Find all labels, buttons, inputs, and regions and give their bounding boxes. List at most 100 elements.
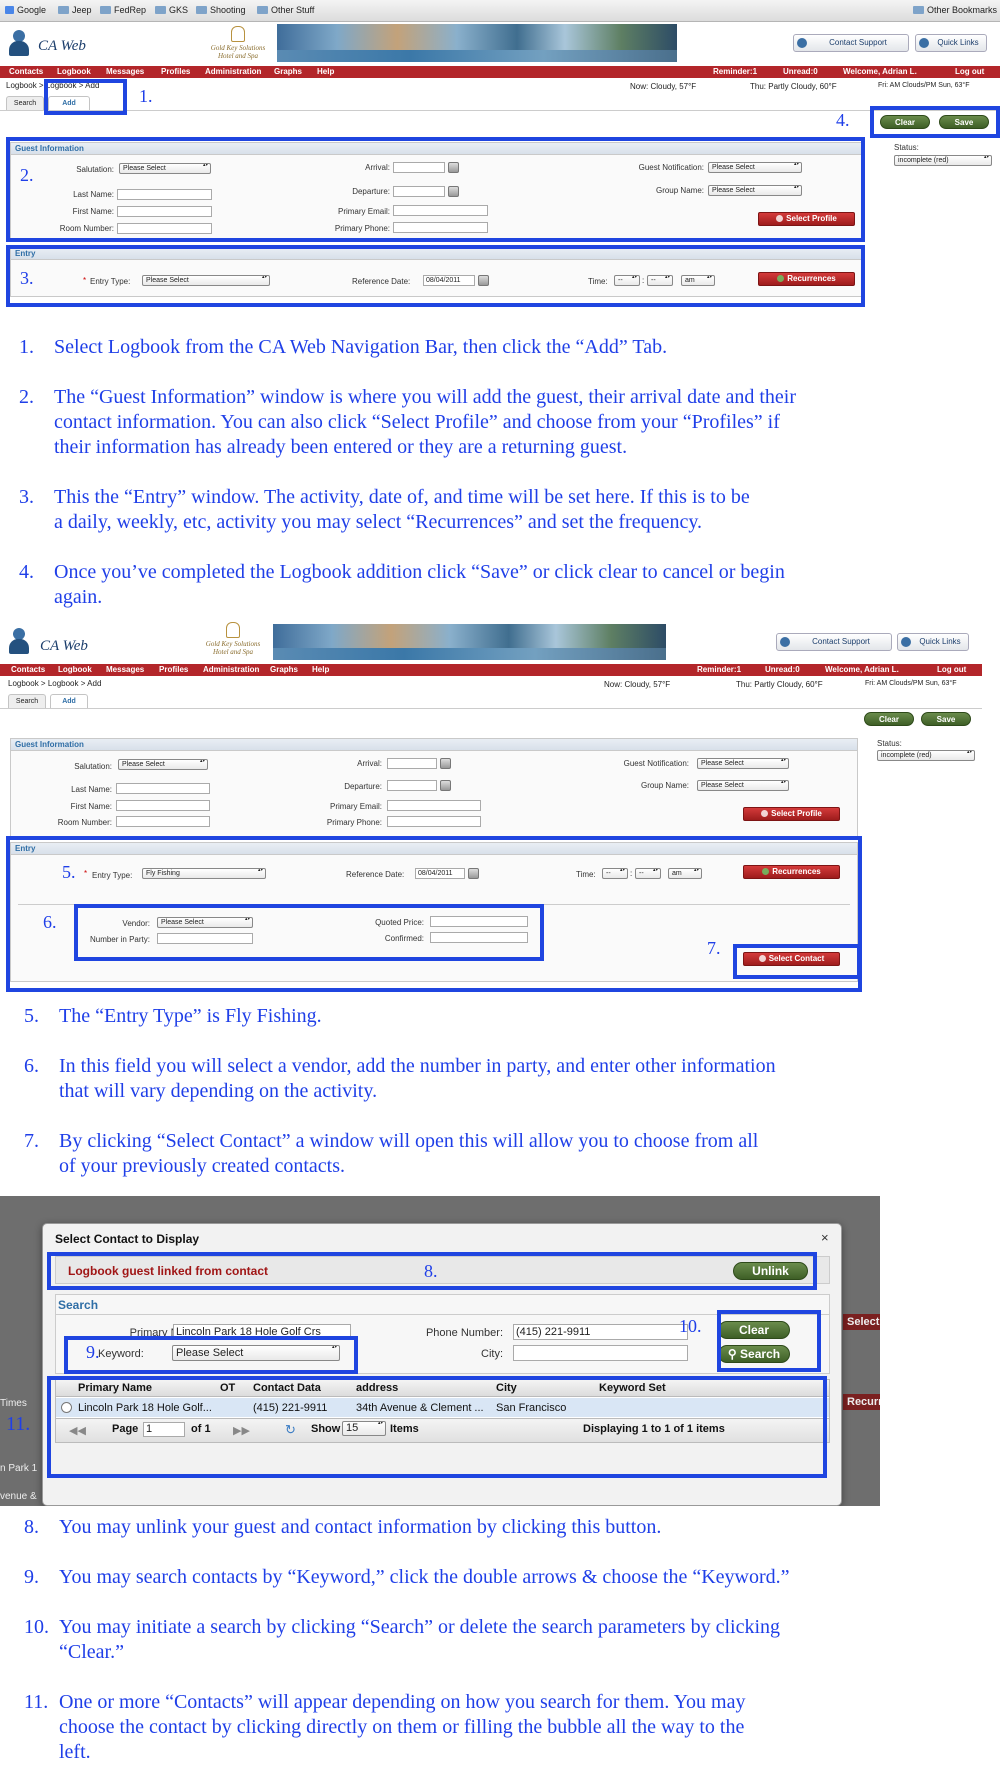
bg-recurr-button: Recurr [843,1394,880,1410]
screenshot-add-logbook: Google Jeep FedRep GKS Shooting Other St… [0,0,1000,323]
callout-number-4: 4. [836,110,850,130]
group-name-select[interactable]: Please Select [697,780,789,791]
first-name-input[interactable] [116,800,210,811]
callout-box-7 [733,944,861,979]
room-number-input[interactable] [116,816,210,827]
bookmark-jeep[interactable]: Jeep [58,5,92,15]
callout-number-8: 8. [424,1261,438,1281]
callout-box-9 [64,1336,358,1374]
nav-contacts[interactable]: Contacts [9,67,43,76]
callout-box-3 [6,245,865,307]
folder-icon [58,6,69,14]
departure-input[interactable] [387,780,437,791]
bookmark-shooting[interactable]: Shooting [196,5,246,15]
nav-help[interactable]: Help [312,665,329,674]
callout-number-7: 7. [707,938,721,958]
close-icon[interactable]: × [821,1230,829,1245]
callout-number-3: 3. [20,268,34,288]
bookmark-gks[interactable]: GKS [155,5,188,15]
room-number-label: Room Number: [57,818,112,827]
nav-bar: Contacts Logbook Messages Profiles Admin… [0,66,1000,78]
ca-web-logo-icon [8,30,30,56]
nav-profiles[interactable]: Profiles [159,665,188,674]
nav-reminder[interactable]: Reminder:1 [697,665,741,674]
nav-unread[interactable]: Unread:0 [765,665,800,674]
screenshot-select-contact-dialog: Times n Park 1 venue & Select Recurr Sel… [0,1196,880,1506]
city-input[interactable] [513,1345,688,1361]
nav-contacts[interactable]: Contacts [11,665,45,674]
nav-reminder[interactable]: Reminder:1 [713,67,757,76]
calendar-icon[interactable] [440,780,451,791]
contact-support-button[interactable]: Contact Support [793,34,909,52]
nav-graphs[interactable]: Graphs [270,665,298,674]
folder-icon [100,6,111,14]
weather-fri: Fri: AM Clouds/PM Sun, 63°F [865,680,957,687]
hotel-crest-logo: Gold Key Solutions Hotel and Spa [205,622,261,662]
status-label: Status: [894,143,919,152]
tab-search[interactable]: Search [6,96,44,110]
bookmark-other-stuff[interactable]: Other Stuff [257,5,314,15]
phone-number-input[interactable]: (415) 221-9911 [513,1324,688,1340]
guest-notification-select[interactable]: Please Select [697,758,789,769]
search-title: Search [58,1298,99,1312]
nav-logout[interactable]: Log out [955,67,984,76]
bookmark-fedrep[interactable]: FedRep [100,5,146,15]
callout-number-5: 5. [62,862,76,882]
quick-links-button[interactable]: Quick Links [897,633,969,651]
phone-number-label: Phone Number: [425,1327,503,1339]
callout-number-2: 2. [20,165,34,185]
bookmark-other-bookmarks[interactable]: Other Bookmarks [913,5,997,15]
primary-email-input[interactable] [387,800,481,811]
app-title: CA Web [38,38,86,54]
bookmark-google[interactable]: Google [5,5,46,15]
last-name-input[interactable] [116,783,210,794]
save-button[interactable]: Save [921,712,971,726]
ca-web-logo-icon [8,628,30,654]
nav-unread[interactable]: Unread:0 [783,67,818,76]
nav-logout[interactable]: Log out [937,665,966,674]
nav-administration[interactable]: Administration [205,67,261,76]
salutation-select[interactable]: Please Select [118,759,208,770]
callout-number-1: 1. [139,86,153,106]
dialog-title: Select Contact to Display [55,1232,200,1246]
screenshot-fly-fishing-entry: CA Web Gold Key Solutions Hotel and Spa C… [0,618,982,992]
select-profile-button[interactable]: Select Profile [743,807,840,821]
departure-label: Departure: [344,782,382,791]
status-select[interactable]: incomplete (red) [877,750,975,761]
contact-support-button[interactable]: Contact Support [776,633,892,651]
nav-administration[interactable]: Administration [203,665,259,674]
nav-logbook[interactable]: Logbook [58,665,92,674]
link-icon [919,38,929,48]
tab-add[interactable]: Add [50,694,88,708]
nav-messages[interactable]: Messages [106,665,144,674]
nav-messages[interactable]: Messages [106,67,144,76]
callout-box-6 [74,904,544,961]
nav-help[interactable]: Help [317,67,334,76]
weather-now: Now: Cloudy, 57°F [630,82,697,91]
nav-logbook[interactable]: Logbook [57,67,91,76]
quick-links-button[interactable]: Quick Links [915,34,987,52]
status-select[interactable]: incomplete (red) [894,155,992,166]
tab-search[interactable]: Search [8,694,46,708]
resort-banner-image [273,624,666,660]
bg-times-label: Times [0,1398,27,1409]
bookmarks-bar: Google Jeep FedRep GKS Shooting Other St… [0,0,1000,22]
salutation-label: Salutation: [74,762,112,771]
last-name-label: Last Name: [71,785,112,794]
bg-park-label: n Park 1 [0,1463,38,1474]
support-headset-icon [780,637,790,647]
callout-box-4 [870,106,1000,138]
arrival-input[interactable] [387,758,437,769]
callout-box-11 [47,1376,827,1478]
nav-welcome: Welcome, Adrian L. [825,665,899,674]
google-icon [5,6,14,14]
clear-button[interactable]: Clear [864,712,914,726]
nav-profiles[interactable]: Profiles [161,67,190,76]
folder-icon [196,6,207,14]
callout-number-6: 6. [43,912,57,932]
guest-information-title: Guest Information [11,739,857,751]
nav-graphs[interactable]: Graphs [274,67,302,76]
calendar-icon[interactable] [440,758,451,769]
folder-icon [155,6,166,14]
primary-phone-input[interactable] [387,816,481,827]
